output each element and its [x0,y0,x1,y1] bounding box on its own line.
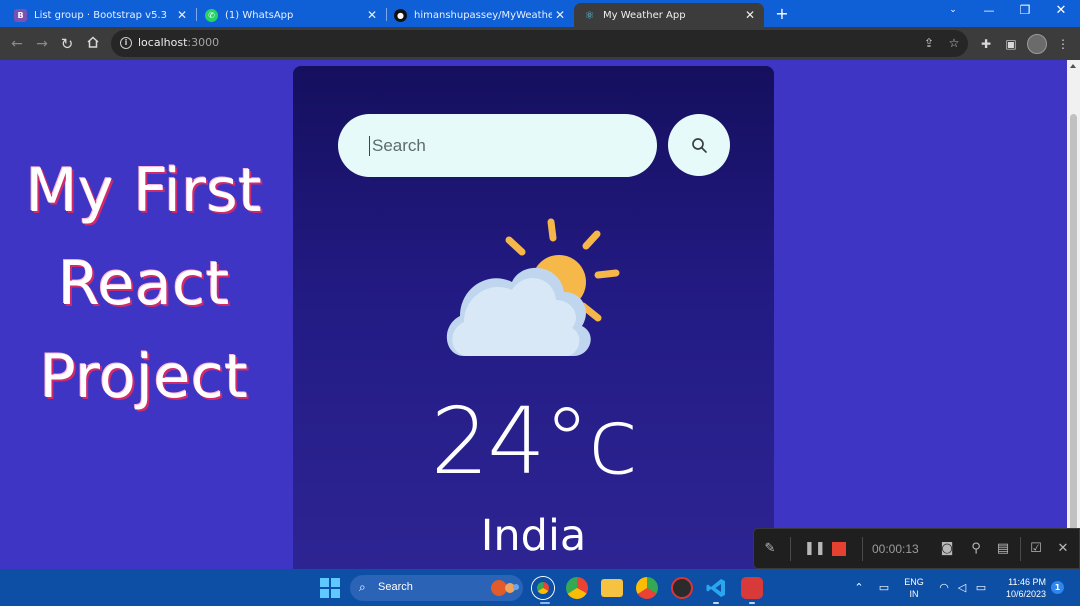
vscode-icon[interactable] [705,577,727,599]
restore-icon[interactable]: ❐ [1014,3,1036,17]
battery-icon[interactable]: ▭ [974,581,988,594]
bookmark-star-icon[interactable]: ☆ [947,36,961,50]
hero-line: React [58,249,230,319]
page-scrollbar[interactable] [1067,60,1080,569]
taskbar-search-label: Search [378,581,413,593]
hero-title: My First React Project [0,145,288,424]
divider [790,537,791,561]
notification-badge[interactable]: 1 [1051,581,1064,594]
close-tab-icon[interactable]: ✕ [742,8,758,22]
search-button[interactable] [668,114,730,176]
search-icon [691,137,707,153]
address-url: localhost:3000 [138,36,220,49]
search-input[interactable] [369,135,619,156]
tab-github[interactable]: ● himanshupassey/MyWeatherAp ✕ [386,3,574,27]
chrome-taskbar-icon[interactable] [532,577,554,599]
chrome-profile-taskbar-icon[interactable] [566,577,588,599]
close-window-icon[interactable]: ✕ [1050,3,1072,18]
tab-bootstrap[interactable]: B List group · Bootstrap v5.3 ✕ [0,3,196,27]
windows-taskbar: ⌕ Search ⌃ ▭ ENG IN ◠ ◁ ▭ 11:46 PM 10/6/… [0,569,1080,606]
hero-line: My First [25,156,263,226]
recorder-app-icon[interactable] [741,577,763,599]
scroll-up-arrow-icon[interactable] [1070,64,1076,68]
scrollbar-thumb[interactable] [1070,114,1077,569]
taskbar-clock[interactable]: 11:46 PM 10/6/2023 [994,576,1046,600]
site-info-icon[interactable]: i [120,37,132,49]
page-viewport: My First React Project 24°c [0,60,1067,569]
pen-icon[interactable]: ✎ [762,541,778,557]
zoom-icon[interactable]: ⚲ [968,541,984,557]
address-bar[interactable]: i localhost:3000 ⇪ ☆ [111,30,968,57]
browser-toolbar: ← → ↻ i localhost:3000 ⇪ ☆ ✚ ▣ ⋮ [0,27,1080,60]
windows-start-icon[interactable] [320,578,340,598]
tab-title: My Weather App [603,9,686,21]
search-highlight-icon [491,580,519,596]
github-favicon-icon: ● [394,8,407,22]
reload-icon[interactable]: ↻ [58,35,76,53]
bootstrap-favicon-icon: B [14,8,27,22]
taskbar-search[interactable]: ⌕ Search [350,575,523,601]
language-indicator[interactable]: ENG IN [902,576,926,600]
forward-arrow-icon[interactable]: → [33,35,51,53]
stop-record-icon[interactable] [831,541,847,557]
camera-icon[interactable]: ◙ [939,541,955,557]
captions-icon[interactable]: ▤ [995,541,1011,557]
close-recorder-icon[interactable]: ✕ [1055,541,1071,557]
tab-whatsapp[interactable]: ✆ (1) WhatsApp ✕ [196,3,386,27]
react-favicon-icon: ⚛ [584,8,595,22]
pause-icon[interactable]: ❚❚ [804,541,826,557]
tab-title: List group · Bootstrap v5.3 [34,9,167,21]
back-arrow-icon[interactable]: ← [8,35,26,53]
file-explorer-icon[interactable] [601,579,623,597]
close-tab-icon[interactable]: ✕ [552,8,568,22]
close-tab-icon[interactable]: ✕ [364,8,380,22]
tab-title: himanshupassey/MyWeatherAp [414,9,552,21]
new-tab-button[interactable]: + [772,4,792,23]
city-name: India [480,511,587,561]
divider [1020,537,1021,561]
search-icon: ⌕ [359,580,366,594]
browser-tab-strip: B List group · Bootstrap v5.3 ✕ ✆ (1) Wh… [0,0,1080,27]
temperature-value: 24°c [430,388,639,495]
extensions-puzzle-icon[interactable]: ✚ [978,36,994,52]
tab-my-weather-app[interactable]: ⚛ My Weather App ✕ [574,3,764,27]
show-hidden-icons-chevron-icon[interactable]: ⌃ [852,581,866,594]
tablet-keyboard-icon[interactable]: ▭ [877,581,891,594]
volume-icon[interactable]: ◁ [955,581,969,594]
divider [862,537,863,561]
profile-avatar[interactable] [1027,34,1047,54]
whatsapp-favicon-icon: ✆ [205,8,218,22]
hero-line: Project [39,342,249,412]
close-tab-icon[interactable]: ✕ [174,8,190,22]
search-box[interactable] [338,114,657,177]
side-panel-icon[interactable]: ▣ [1003,36,1019,52]
minimize-icon[interactable]: — [978,4,1000,17]
tab-search-chevron-icon[interactable]: ⌄ [942,5,964,15]
wifi-icon[interactable]: ◠ [937,581,951,594]
more-menu-icon[interactable]: ⋮ [1055,36,1071,52]
weather-card: 24°c India [293,66,774,569]
recording-timer: 00:00:13 [872,542,919,556]
active-app-indicator [540,602,550,604]
screen-recorder-bar: ✎ ❚❚ 00:00:13 ◙ ⚲ ▤ ☑ ✕ [753,528,1080,569]
annotate-icon[interactable]: ☑ [1028,541,1044,557]
tab-title: (1) WhatsApp [225,9,294,21]
share-icon[interactable]: ⇪ [922,36,936,50]
media-app-icon[interactable] [671,577,693,599]
app-indicator [713,602,719,604]
chrome-canary-taskbar-icon[interactable] [636,577,658,599]
home-icon[interactable] [84,35,102,53]
app-indicator [749,602,755,604]
partly-cloudy-icon [446,218,620,356]
